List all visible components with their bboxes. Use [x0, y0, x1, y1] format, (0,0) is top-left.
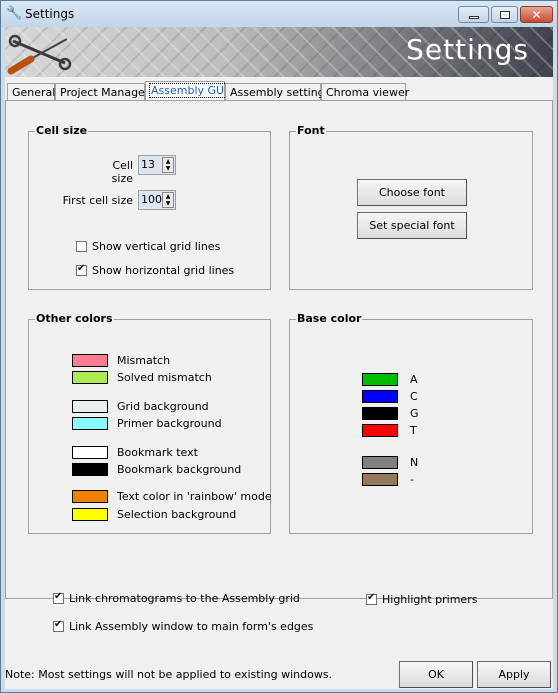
- link-assembly-window-checkbox[interactable]: Link Assembly window to main form's edge…: [53, 619, 313, 633]
- minimize-button[interactable]: [458, 6, 489, 23]
- ok-button[interactable]: OK: [399, 661, 473, 688]
- color-bookmark-background[interactable]: Bookmark background: [72, 463, 241, 476]
- font-title: Font: [296, 124, 326, 137]
- color-swatch[interactable]: [72, 400, 108, 413]
- header-banner: Settings: [5, 27, 553, 77]
- maximize-button[interactable]: [491, 6, 518, 23]
- base-color-g[interactable]: G: [362, 407, 419, 420]
- wrench-icon: 🔧: [6, 6, 23, 21]
- color-swatch[interactable]: [362, 424, 398, 437]
- stepper-arrows-icon[interactable]: ▲ ▼: [162, 192, 174, 208]
- window-title: Settings: [25, 7, 75, 21]
- base-color-gap[interactable]: -: [362, 473, 414, 486]
- color-swatch[interactable]: [362, 456, 398, 469]
- first-cell-size-stepper[interactable]: 100 ▲ ▼: [138, 190, 176, 210]
- color-swatch[interactable]: [72, 508, 108, 521]
- base-color-c[interactable]: C: [362, 390, 418, 403]
- base-color-group: Base color A C G T N -: [289, 312, 533, 534]
- tab-assembly-settings[interactable]: Assembly settings: [225, 83, 330, 101]
- color-swatch[interactable]: [72, 354, 108, 367]
- font-group: Font Choose font Set special font: [289, 124, 533, 290]
- color-selection-background[interactable]: Selection background: [72, 508, 236, 521]
- cell-size-stepper[interactable]: 13 ▲ ▼: [138, 155, 176, 175]
- show-vertical-grid-checkbox[interactable]: Show vertical grid lines: [76, 240, 220, 253]
- cell-size-label: Cell size: [111, 159, 133, 185]
- color-primer-background[interactable]: Primer background: [72, 417, 222, 430]
- base-color-a[interactable]: A: [362, 373, 418, 386]
- settings-window: 🔧 Settings ✕ Settings General Project Ma…: [0, 0, 558, 693]
- choose-font-button[interactable]: Choose font: [357, 179, 467, 206]
- color-rainbow-text[interactable]: Text color in 'rainbow' mode: [72, 490, 272, 503]
- tab-project-manager[interactable]: Project Manager: [55, 83, 149, 101]
- base-color-title: Base color: [296, 312, 363, 325]
- color-swatch[interactable]: [72, 463, 108, 476]
- close-icon: ✕: [531, 8, 542, 22]
- color-swatch[interactable]: [72, 371, 108, 384]
- tab-assembly-gui[interactable]: Assembly GUI: [145, 81, 230, 102]
- cell-size-title: Cell size: [35, 124, 89, 137]
- checkbox-checked-icon: [53, 591, 64, 604]
- base-color-t[interactable]: T: [362, 424, 417, 437]
- footer-bar: Note: Most settings will not be applied …: [5, 657, 553, 689]
- link-chromatograms-checkbox[interactable]: Link chromatograms to the Assembly grid: [53, 591, 300, 605]
- color-mismatch[interactable]: Mismatch: [72, 354, 170, 367]
- title-bar: 🔧 Settings ✕: [1, 1, 557, 27]
- color-swatch[interactable]: [72, 490, 108, 503]
- checkbox-checked-icon: [366, 592, 377, 605]
- highlight-primers-checkbox[interactable]: Highlight primers: [366, 592, 477, 606]
- tools-icon: [7, 34, 72, 75]
- color-bookmark-text[interactable]: Bookmark text: [72, 446, 198, 459]
- color-solved-mismatch[interactable]: Solved mismatch: [72, 371, 212, 384]
- checkbox-unchecked-icon: [76, 241, 87, 252]
- tab-general[interactable]: General: [7, 83, 55, 101]
- apply-button[interactable]: Apply: [477, 661, 551, 688]
- color-swatch[interactable]: [362, 473, 398, 486]
- color-swatch[interactable]: [72, 417, 108, 430]
- status-note: Note: Most settings will not be applied …: [5, 668, 333, 681]
- show-horizontal-grid-checkbox[interactable]: Show horizontal grid lines: [76, 263, 234, 277]
- checkbox-checked-icon: [76, 263, 87, 276]
- cell-size-group: Cell size Cell size 13 ▲ ▼ First cell siz…: [28, 124, 271, 290]
- assembly-gui-panel: Cell size Cell size 13 ▲ ▼ First cell siz…: [5, 100, 553, 633]
- set-special-font-button[interactable]: Set special font: [357, 212, 467, 239]
- color-swatch[interactable]: [362, 390, 398, 403]
- checkbox-checked-icon: [53, 619, 64, 632]
- other-colors-title: Other colors: [35, 312, 114, 325]
- color-grid-background[interactable]: Grid background: [72, 400, 209, 413]
- tab-chroma-viewer[interactable]: Chroma viewer: [321, 83, 409, 101]
- color-swatch[interactable]: [362, 407, 398, 420]
- close-button[interactable]: ✕: [520, 6, 553, 23]
- base-color-n[interactable]: N: [362, 456, 418, 469]
- client-area: Settings General Project Manager Assembl…: [5, 27, 553, 689]
- stepper-arrows-icon[interactable]: ▲ ▼: [162, 157, 174, 173]
- banner-title: Settings: [406, 33, 529, 66]
- tab-strip: General Project Manager Assembly GUI Ass…: [5, 81, 553, 102]
- other-colors-group: Other colors Mismatch Solved mismatch Gr…: [28, 312, 272, 534]
- color-swatch[interactable]: [72, 446, 108, 459]
- color-swatch[interactable]: [362, 373, 398, 386]
- first-cell-size-label: First cell size: [62, 194, 133, 207]
